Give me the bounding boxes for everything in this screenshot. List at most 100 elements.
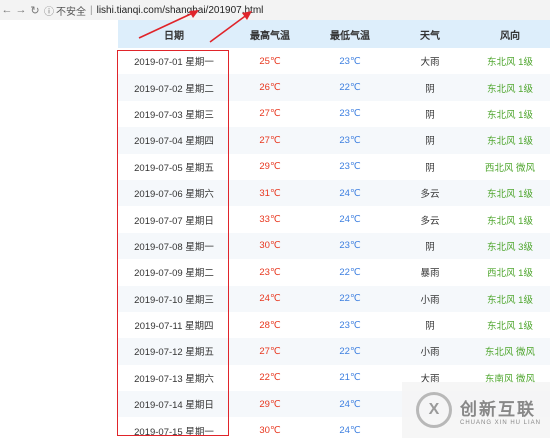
cell-wind: 东北风 1级 bbox=[487, 215, 533, 227]
table-header: 日期 最高气温 最低气温 天气 风向 bbox=[118, 20, 550, 48]
table-row: 2019-07-09 星期二 23℃ 22℃ 暴雨 西北风 1级 bbox=[118, 259, 550, 285]
cell-date: 2019-07-13 星期六 bbox=[134, 373, 214, 385]
cell-low-temp: 23℃ bbox=[339, 240, 361, 252]
cell-high-temp: 25℃ bbox=[259, 55, 281, 67]
cell-high-temp: 27℃ bbox=[259, 134, 281, 146]
forward-arrow-icon[interactable]: → bbox=[14, 4, 28, 16]
cell-weather: 阴 bbox=[425, 241, 435, 253]
watermark: X 创新互联 CHUANG XIN HU LIAN bbox=[402, 382, 550, 438]
cell-wind: 东北风 1级 bbox=[487, 57, 533, 69]
cell-date: 2019-07-11 星期四 bbox=[134, 321, 214, 333]
security-label: 不安全 bbox=[56, 6, 86, 18]
table-row: 2019-07-10 星期三 24℃ 22℃ 小雨 东北风 1级 bbox=[118, 285, 550, 312]
cell-high-temp: 33℃ bbox=[259, 214, 281, 226]
table-row: 2019-07-03 星期三 27℃ 23℃ 阴 东北风 1级 bbox=[118, 101, 550, 127]
cell-low-temp: 23℃ bbox=[339, 319, 361, 331]
cell-weather: 阴 bbox=[425, 136, 435, 148]
cell-weather: 阴 bbox=[425, 109, 435, 121]
cell-weather: 暴雨 bbox=[420, 268, 440, 280]
cell-high-temp: 26℃ bbox=[259, 82, 281, 94]
cell-low-temp: 22℃ bbox=[339, 293, 361, 305]
header-low-temp: 最低气温 bbox=[330, 30, 370, 42]
cell-low-temp: 23℃ bbox=[339, 161, 361, 173]
cell-date: 2019-07-02 星期二 bbox=[134, 83, 214, 95]
cell-date: 2019-07-04 星期四 bbox=[134, 136, 214, 148]
cell-wind: 东北风 1级 bbox=[487, 136, 533, 148]
table-row: 2019-07-05 星期五 29℃ 23℃ 阴 西北风 微风 bbox=[118, 154, 550, 180]
cell-wind: 东北风 1级 bbox=[487, 321, 533, 333]
cell-date: 2019-07-01 星期一 bbox=[134, 57, 214, 69]
table-row: 2019-07-07 星期日 33℃ 24℃ 多云 东北风 1级 bbox=[118, 206, 550, 232]
cell-high-temp: 29℃ bbox=[259, 161, 281, 173]
cell-date: 2019-07-10 星期三 bbox=[134, 294, 214, 306]
cell-high-temp: 23℃ bbox=[259, 266, 281, 278]
cell-low-temp: 21℃ bbox=[339, 372, 361, 384]
reload-icon[interactable]: ↻ bbox=[28, 4, 42, 17]
cell-date: 2019-07-09 星期二 bbox=[134, 268, 214, 280]
cell-high-temp: 22℃ bbox=[259, 372, 281, 384]
cell-weather: 小雨 bbox=[420, 294, 440, 306]
cell-date: 2019-07-03 星期三 bbox=[134, 109, 214, 121]
cell-wind: 东北风 1级 bbox=[487, 83, 533, 95]
cell-weather: 小雨 bbox=[420, 347, 440, 359]
table-row: 2019-07-06 星期六 31℃ 24℃ 多云 东北风 1级 bbox=[118, 179, 550, 207]
cell-weather: 多云 bbox=[420, 189, 440, 201]
table-row: 2019-07-01 星期一 25℃ 23℃ 大雨 东北风 1级 bbox=[118, 48, 550, 74]
brand-name-cn: 创新互联 bbox=[460, 399, 536, 419]
cell-date: 2019-07-14 星期日 bbox=[134, 400, 214, 412]
cell-low-temp: 22℃ bbox=[339, 266, 361, 278]
weather-history-table: 日期 最高气温 最低气温 天气 风向 2019-07-01 星期一 25℃ 23℃ 大… bbox=[118, 20, 550, 444]
cell-weather: 阴 bbox=[425, 321, 435, 333]
cell-wind: 东北风 1级 bbox=[487, 189, 533, 201]
cell-low-temp: 23℃ bbox=[339, 134, 361, 146]
cell-high-temp: 31℃ bbox=[259, 187, 281, 199]
cell-low-temp: 24℃ bbox=[339, 398, 361, 410]
cell-high-temp: 29℃ bbox=[259, 398, 281, 410]
table-row: 2019-07-11 星期四 28℃ 23℃ 阴 东北风 1级 bbox=[118, 312, 550, 338]
cell-low-temp: 24℃ bbox=[339, 187, 361, 199]
back-arrow-icon[interactable]: ← bbox=[0, 4, 14, 16]
brand-logo: X bbox=[416, 392, 452, 428]
cell-high-temp: 27℃ bbox=[259, 345, 281, 357]
cell-date: 2019-07-08 星期一 bbox=[134, 241, 214, 253]
cell-high-temp: 30℃ bbox=[259, 240, 281, 252]
cell-low-temp: 24℃ bbox=[339, 214, 361, 226]
cell-wind: 东北风 1级 bbox=[487, 109, 533, 121]
cell-high-temp: 30℃ bbox=[259, 425, 281, 437]
cell-weather: 多云 bbox=[420, 215, 440, 227]
cell-low-temp: 23℃ bbox=[339, 55, 361, 67]
browser-address-bar: ← → ↻ ⓘ 不安全 | lishi.tianqi.com/shanghai/… bbox=[0, 0, 550, 20]
cell-wind: 东北风 3级 bbox=[487, 241, 533, 253]
cell-wind: 东北风 微风 bbox=[484, 347, 536, 359]
cell-weather: 大雨 bbox=[420, 57, 440, 69]
cell-low-temp: 22℃ bbox=[339, 345, 361, 357]
info-icon[interactable]: ⓘ bbox=[42, 3, 56, 18]
header-weather: 天气 bbox=[420, 30, 440, 42]
header-date: 日期 bbox=[164, 30, 184, 42]
cell-weather: 阴 bbox=[425, 162, 435, 174]
table-row: 2019-07-12 星期五 27℃ 22℃ 小雨 东北风 微风 bbox=[118, 338, 550, 365]
cell-wind: 东北风 1级 bbox=[487, 294, 533, 306]
table-row: 2019-07-08 星期一 30℃ 23℃ 阴 东北风 3级 bbox=[118, 232, 550, 260]
cell-weather: 阴 bbox=[425, 83, 435, 95]
url-separator: | bbox=[90, 4, 93, 16]
header-wind: 风向 bbox=[500, 30, 520, 42]
cell-date: 2019-07-07 星期日 bbox=[134, 215, 214, 227]
header-high-temp: 最高气温 bbox=[250, 30, 290, 42]
brand-name-en: CHUANG XIN HU LIAN bbox=[460, 419, 542, 426]
cell-wind: 西北风 1级 bbox=[487, 268, 533, 280]
table-row: 2019-07-02 星期二 26℃ 22℃ 阴 东北风 1级 bbox=[118, 74, 550, 101]
cell-low-temp: 24℃ bbox=[339, 425, 361, 437]
cell-high-temp: 27℃ bbox=[259, 108, 281, 120]
cell-wind: 西北风 微风 bbox=[484, 162, 536, 174]
cell-date: 2019-07-12 星期五 bbox=[134, 347, 214, 359]
cell-low-temp: 22℃ bbox=[339, 82, 361, 94]
cell-date: 2019-07-05 星期五 bbox=[134, 162, 214, 174]
cell-high-temp: 28℃ bbox=[259, 319, 281, 331]
url-text[interactable]: lishi.tianqi.com/shanghai/201907.html bbox=[97, 5, 264, 16]
cell-high-temp: 24℃ bbox=[259, 293, 281, 305]
table-row: 2019-07-04 星期四 27℃ 23℃ 阴 东北风 1级 bbox=[118, 127, 550, 154]
cell-date: 2019-07-15 星期一 bbox=[134, 426, 214, 438]
cell-low-temp: 23℃ bbox=[339, 108, 361, 120]
cell-date: 2019-07-06 星期六 bbox=[134, 189, 214, 201]
